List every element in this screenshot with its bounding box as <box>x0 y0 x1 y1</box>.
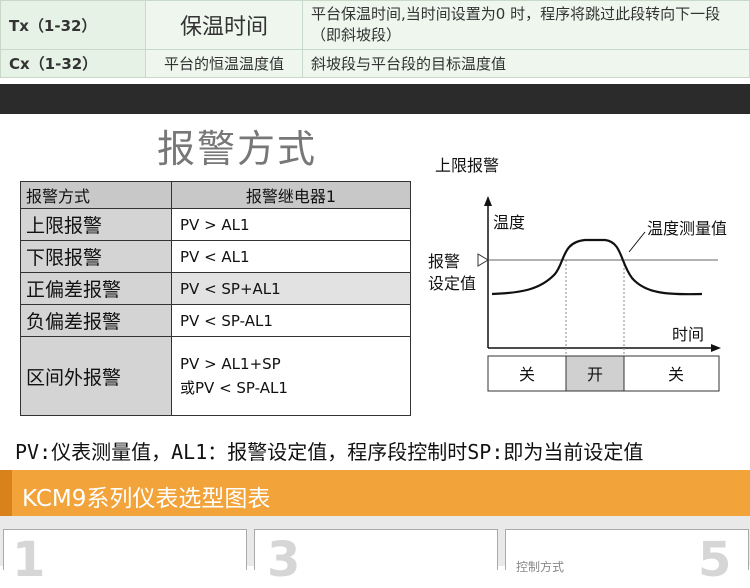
setpoint-marker-icon <box>477 253 489 267</box>
relay-cell: PV < SP+AL1 <box>171 272 411 305</box>
relay-cell: PV > AL1+SP 或PV < SP-AL1 <box>171 336 411 416</box>
relay-condition-1: PV > AL1+SP <box>180 355 281 373</box>
x-axis-label: 时间 <box>672 325 704 344</box>
setpoint-label-2: 设定值 <box>428 274 476 293</box>
table-header-row: 报警方式 报警继电器1 <box>20 181 411 209</box>
relay-cell: PV < SP-AL1 <box>171 304 411 337</box>
relay-cell: PV < AL1 <box>171 240 411 273</box>
card-number: 3 <box>267 532 301 588</box>
state-on-label: 开 <box>587 365 603 384</box>
section-divider-bar <box>0 84 750 114</box>
relay-condition-2: 或PV < SP-AL1 <box>180 379 288 397</box>
state-off-2-label: 关 <box>668 365 684 384</box>
card-number: 1 <box>12 532 46 588</box>
upper-limit-alarm-diagram: 上限报警 温度 时间 报警 设定值 温度测量值 关 开 关 <box>428 156 727 392</box>
alarm-section-title: 报警方式 <box>157 127 318 171</box>
param-desc: 平台保温时间,当时间设置为0 时，程序将跳过此段转向下一段（即斜坡段） <box>302 0 750 50</box>
selection-card-5: 控制方式 5 <box>505 529 749 588</box>
alarm-mode-cell: 负偏差报警 <box>20 304 172 337</box>
parameter-table: Tx（1-32） 保温时间 平台保温时间,当时间设置为0 时，程序将跳过此段转向… <box>0 0 750 78</box>
table-row: 下限报警 PV < AL1 <box>20 240 411 273</box>
card-number: 5 <box>698 532 732 588</box>
setpoint-label-1: 报警 <box>428 252 460 271</box>
selection-card-3: 3 <box>254 529 498 588</box>
alarm-table: 报警方式 报警继电器1 上限报警 PV > AL1 下限报警 PV < AL1 … <box>20 181 411 416</box>
section-header-bar: KCM9系列仪表选型图表 <box>0 470 750 516</box>
param-desc: 斜坡段与平台段的目标温度值 <box>302 49 750 78</box>
param-code: Cx（1-32） <box>0 49 146 78</box>
section-header-accent <box>0 470 12 516</box>
table-row: 正偏差报警 PV < SP+AL1 <box>20 272 411 305</box>
curve-label: 温度测量值 <box>647 219 727 238</box>
alarm-mode-cell: 下限报警 <box>20 240 172 273</box>
alarm-mode-cell: 上限报警 <box>20 208 172 241</box>
param-name: 保温时间 <box>145 0 303 50</box>
legend-note: PV:仪表测量值，AL1：报警设定值，程序段控制时SP:即为当前设定值 <box>15 440 644 464</box>
selection-section-title: KCM9系列仪表选型图表 <box>22 486 271 512</box>
param-name: 平台的恒温温度值 <box>145 49 303 78</box>
table-row: 上限报警 PV > AL1 <box>20 208 411 241</box>
alarm-mode-cell: 正偏差报警 <box>20 272 172 305</box>
state-off-1-label: 关 <box>519 365 535 384</box>
table-row: Tx（1-32） 保温时间 平台保温时间,当时间设置为0 时，程序将跳过此段转向… <box>0 0 750 50</box>
curve-label-leader <box>628 231 646 253</box>
y-axis-arrow-icon <box>484 196 492 206</box>
table-row: 负偏差报警 PV < SP-AL1 <box>20 304 411 337</box>
y-axis-label: 温度 <box>493 213 525 232</box>
temperature-curve <box>491 238 703 296</box>
relay-cell: PV > AL1 <box>171 208 411 241</box>
card-text: 控制方式 <box>516 560 565 574</box>
alarm-mode-cell: 区间外报警 <box>20 336 172 416</box>
table-row: Cx（1-32） 平台的恒温温度值 斜坡段与平台段的目标温度值 <box>0 49 750 78</box>
selection-card-1: 1 <box>3 529 247 588</box>
table-row: 区间外报警 PV > AL1+SP 或PV < SP-AL1 <box>20 336 411 416</box>
param-code: Tx（1-32） <box>0 0 146 50</box>
header-relay: 报警继电器1 <box>171 181 411 209</box>
x-axis-arrow-icon <box>711 344 721 352</box>
header-alarm-mode: 报警方式 <box>20 181 172 209</box>
diagram-title: 上限报警 <box>435 156 499 175</box>
